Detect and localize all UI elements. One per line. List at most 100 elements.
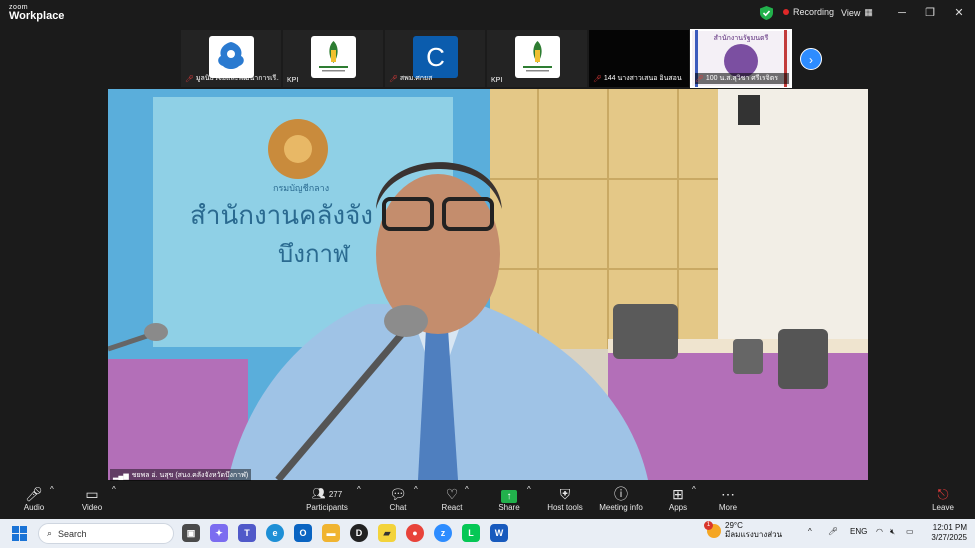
grid-view-icon: ▦ xyxy=(864,7,873,17)
zoom-window: zoom Workplace Recording View ▦ ─ ❐ ✕ 🎤︎… xyxy=(0,0,975,548)
share-screen-icon: ↑ xyxy=(496,485,522,503)
minimize-icon[interactable]: ─ xyxy=(893,5,911,21)
battery-icon[interactable]: ▭ xyxy=(906,527,914,536)
weather-badge: 1 xyxy=(704,520,713,530)
leave-icon: ⎋ xyxy=(937,486,949,502)
zoom-workplace-logo: zoom Workplace xyxy=(9,4,64,22)
word-icon[interactable]: W xyxy=(490,524,508,542)
restore-icon[interactable]: ❐ xyxy=(921,5,939,21)
teams-icon[interactable]: T xyxy=(238,524,256,542)
host-shield-icon: ⛨ xyxy=(559,486,571,502)
kpi-logo-icon xyxy=(311,36,356,78)
muted-mic-icon: 🎤︎ xyxy=(185,75,194,83)
react-label: React xyxy=(441,503,463,512)
participant-thumbnail[interactable]: 🎤︎ 144 นางสาวเสนอ อินสอน xyxy=(589,30,689,87)
windows-start-icon[interactable] xyxy=(12,526,27,541)
line-icon[interactable]: L xyxy=(462,524,480,542)
wifi-icon[interactable]: ◠ xyxy=(876,527,883,536)
avatar-text: สำนักงานรัฐมนตรี xyxy=(713,35,769,42)
weather-temp: 29°C xyxy=(725,521,743,530)
taskbar-search-box[interactable]: ⌕ Search xyxy=(38,523,174,544)
apps-options-chevron-icon[interactable]: ^ xyxy=(692,485,696,494)
participant-thumbnail[interactable]: C 🎤︎ สพม.ศกยส xyxy=(385,30,485,87)
microphone-tray-icon[interactable]: 🎤︎ xyxy=(828,527,838,536)
leave-button[interactable]: ⎋ Leave xyxy=(931,485,955,512)
participants-icon: 👥︎ 277 xyxy=(311,488,343,500)
recording-dot-icon xyxy=(783,9,789,15)
kpi-logo-icon xyxy=(515,36,560,78)
more-label: More xyxy=(718,503,738,512)
file-explorer-icon[interactable]: ▬ xyxy=(322,524,340,542)
title-bar: zoom Workplace Recording View ▦ ─ ❐ ✕ xyxy=(0,0,975,28)
participants-button[interactable]: 👥︎ 277 Participants xyxy=(304,485,350,512)
thumbnail-label: 🎤︎ 100 น.ส.สุวิชา ศรีเรจิตร xyxy=(695,73,789,84)
audio-button[interactable]: 🎤︎ Audio xyxy=(21,485,47,512)
participants-count: 277 xyxy=(328,490,343,499)
video-off-icon: ▭ xyxy=(85,486,99,502)
chrome-icon[interactable]: ● xyxy=(406,524,424,542)
video-frame-illustration xyxy=(108,89,868,480)
video-label: Video xyxy=(81,503,103,512)
close-icon[interactable]: ✕ xyxy=(950,5,968,21)
react-options-chevron-icon[interactable]: ^ xyxy=(465,485,469,494)
meeting-toolbar: 🎤︎ Audio ^ ▭ Video ^ 👥︎ 277 Participants… xyxy=(0,481,975,519)
thumbnail-label: KPI xyxy=(491,77,503,84)
search-placeholder: Search xyxy=(58,528,87,539)
wall-sign-small: กรมบัญชีกลาง xyxy=(273,183,330,193)
language-indicator[interactable]: ENG xyxy=(850,527,867,536)
participants-label: Participants xyxy=(306,503,348,512)
weather-widget[interactable]: 1 29°C มีลมแรงบางส่วน xyxy=(704,520,782,540)
outlook-icon[interactable]: O xyxy=(294,524,312,542)
participant-thumbnail-active[interactable]: สำนักงานรัฐมนตรี 🎤︎ 100 น.ส.สุวิชา ศรีเรจ… xyxy=(690,29,792,88)
heart-icon: ♡ xyxy=(445,486,459,502)
task-view-icon[interactable]: ▣ xyxy=(182,524,200,542)
view-button[interactable]: View ▦ xyxy=(841,7,873,18)
clock-time: 12:01 PM xyxy=(932,523,967,532)
thumbnail-label: 🎤︎ 144 นางสาวเสนอ อินสอน xyxy=(593,75,682,83)
share-options-chevron-icon[interactable]: ^ xyxy=(527,485,531,494)
dell-icon[interactable]: D xyxy=(350,524,368,542)
more-button[interactable]: ⋯ More xyxy=(717,485,739,512)
apps-button[interactable]: ⊞ Apps xyxy=(667,485,689,512)
chat-options-chevron-icon[interactable]: ^ xyxy=(414,485,418,494)
shield-check-icon[interactable] xyxy=(760,6,773,20)
sticky-notes-icon[interactable]: ▰ xyxy=(378,524,396,542)
wall-sign-line2: บึงกาฬ xyxy=(278,241,350,268)
meeting-info-label: Meeting info xyxy=(599,503,643,512)
apps-label: Apps xyxy=(668,503,688,512)
system-clock[interactable]: 12:01 PM 3/27/2025 xyxy=(925,523,967,544)
participant-thumbnail-strip: 🎤︎ มูลนิธิวิจัยและพัฒนาการเรี... KPI C 🎤︎… xyxy=(181,29,794,88)
recording-label: Recording xyxy=(793,7,835,17)
video-button[interactable]: ▭ Video xyxy=(78,485,106,512)
volume-muted-icon[interactable]: 🔇︎ xyxy=(890,527,895,537)
chat-button[interactable]: 💬︎ Chat xyxy=(386,485,410,512)
share-button[interactable]: ↑ Share xyxy=(496,485,522,512)
participant-thumbnail[interactable]: KPI xyxy=(283,30,383,87)
leave-label: Leave xyxy=(932,503,954,512)
tray-chevron-icon[interactable]: ^ xyxy=(808,527,812,536)
audio-options-chevron-icon[interactable]: ^ xyxy=(50,485,54,494)
participants-options-chevron-icon[interactable]: ^ xyxy=(357,485,361,494)
thumbnail-label: 🎤︎ มูลนิธิวิจัยและพัฒนาการเรี... xyxy=(185,75,279,83)
wall-sign-line1: สำนักงานคลังจัง xyxy=(190,200,374,230)
video-options-chevron-icon[interactable]: ^ xyxy=(112,485,116,494)
info-icon: ⓘ xyxy=(614,486,628,502)
edge-icon[interactable]: e xyxy=(266,524,284,542)
search-icon: ⌕ xyxy=(47,528,53,538)
next-page-chevron-icon[interactable]: › xyxy=(800,48,822,70)
apps-icon: ⊞ xyxy=(672,486,684,502)
meeting-info-button[interactable]: ⓘ Meeting info xyxy=(598,485,644,512)
muted-microphone-icon: 🎤︎ xyxy=(25,486,43,502)
muted-mic-icon: 🎤︎ xyxy=(695,75,704,83)
share-label: Share xyxy=(498,503,520,512)
clock-date: 3/27/2025 xyxy=(931,533,967,543)
copilot-icon[interactable]: ✦ xyxy=(210,524,228,542)
more-dots-icon: ⋯ xyxy=(721,486,735,502)
react-button[interactable]: ♡ React xyxy=(439,485,465,512)
host-tools-button[interactable]: ⛨ Host tools xyxy=(546,485,584,512)
participant-thumbnail[interactable]: 🎤︎ มูลนิธิวิจัยและพัฒนาการเรี... xyxy=(181,30,281,87)
zoom-taskbar-icon[interactable]: z xyxy=(434,524,452,542)
thumbnail-label: KPI xyxy=(287,77,299,84)
participant-thumbnail[interactable]: KPI xyxy=(487,30,587,87)
recording-indicator[interactable]: Recording xyxy=(783,7,834,17)
